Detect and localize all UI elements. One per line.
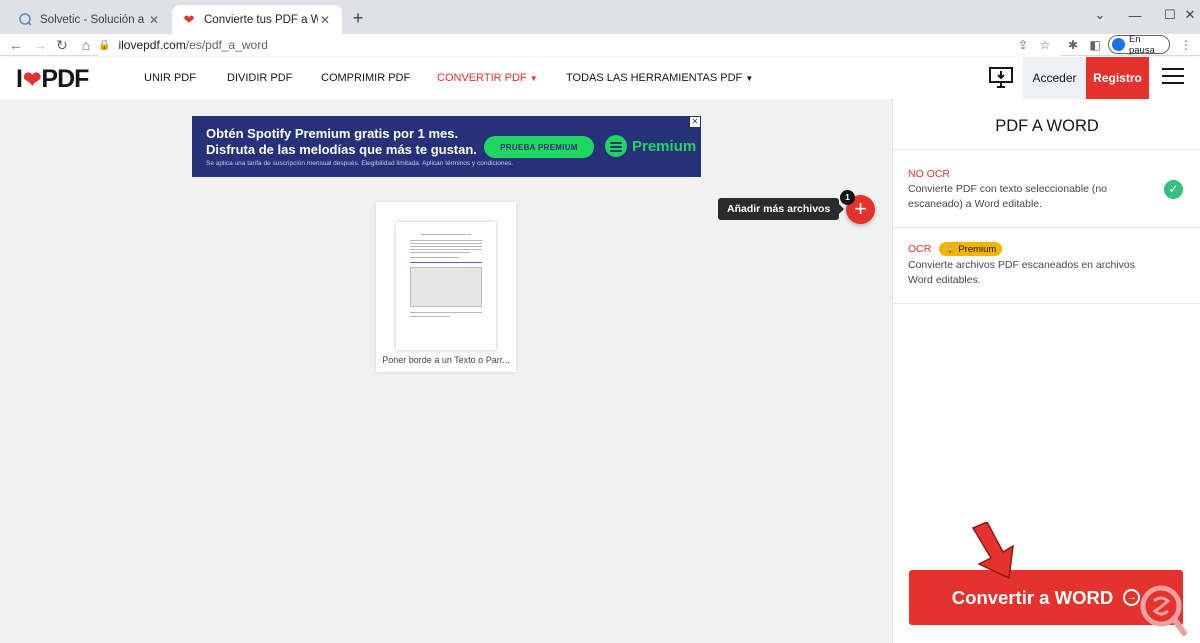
logo-text-right: PDF [41,65,89,93]
nav-convertir-pdf[interactable]: CONVERTIR PDF ▼ [437,72,538,84]
lock-icon: 🔒 [98,39,111,51]
ad-subheadline: Disfruta de las melodías que más te gust… [206,142,477,157]
ad-disclaimer: Se aplica una tarifa de suscripción mens… [206,160,514,167]
option-title: OCR [908,243,932,255]
sidebar-title: PDF A WORD [995,117,1099,135]
close-tab-icon[interactable]: ✕ [147,13,161,27]
file-name: Poner borde a un Texto o Parr... [382,355,510,365]
new-tab-icon[interactable]: + [348,8,368,29]
address-bar[interactable]: 🔒 ilovepdf.com /es/pdf_a_word [98,34,1060,56]
lock-icon: 🔒 [945,244,956,254]
nav-todas-herramientas[interactable]: TODAS LAS HERRAMIENTAS PDF ▼ [566,72,753,84]
annotation-arrow-icon [971,522,1014,580]
pdf-thumbnail [396,222,496,350]
profile-button[interactable]: En pausa [1108,33,1170,56]
extensions-icon[interactable]: ✱ [1064,36,1082,54]
convert-label: Convertir a WORD [951,586,1114,608]
caret-down-icon: ▼ [529,74,538,83]
minimize-icon[interactable]: — [1115,0,1155,30]
tab-title: Convierte tus PDF a WORD edita [204,13,318,26]
ad-close-icon[interactable]: ✕ [690,117,700,127]
nav-convertir-label: CONVERTIR PDF [437,72,527,84]
tab-title: Solvetic - Solución a los problem [40,13,147,26]
desktop-download-icon[interactable] [980,57,1022,99]
option-description: Convierte archivos PDF escaneados en arc… [908,259,1136,286]
register-button[interactable]: Registro [1086,57,1149,99]
hamburger-menu-icon[interactable] [1162,68,1184,88]
close-tab-icon[interactable]: ✕ [318,13,332,27]
close-window-icon[interactable]: ✕ [1180,0,1200,30]
solvetic-watermark-icon [1140,585,1187,636]
tab-solvetic[interactable]: Solvetic - Solución a los problem ✕ [8,5,171,34]
heart-icon: ❤ [22,66,41,92]
avatar [1112,38,1125,51]
logo-text-left: I [16,65,23,93]
ad-headline: Obtén Spotify Premium gratis por 1 mes. [206,126,459,141]
more-menu-icon[interactable]: ⋮ [1177,36,1195,54]
check-icon: ✓ [1164,180,1183,199]
url-host: ilovepdf.com [118,38,186,52]
premium-badge: 🔒 Premium [939,242,1003,256]
add-files-tooltip: Añadir más archivos [718,198,845,220]
heart-favicon-icon: ❤ [183,11,195,27]
options-sidebar: PDF A WORD NO OCR Convierte PDF con text… [892,99,1200,643]
option-description: Convierte PDF con texto seleccionable (n… [908,183,1108,210]
premium-label: Premium [958,243,997,255]
chevron-down-icon[interactable]: ⌄ [1080,0,1120,30]
share-icon[interactable]: ⇪ [1014,36,1032,54]
option-title: NO OCR [908,168,950,180]
tab-ilovepdf[interactable]: ❤ Convierte tus PDF a WORD edita ✕ [172,5,342,34]
caret-down-icon: ▼ [745,74,754,83]
side-panel-icon[interactable]: ◧ [1086,36,1104,54]
spotify-logo-icon [605,135,627,157]
url-path: /es/pdf_a_word [185,38,268,52]
option-title-row: OCR 🔒 Premium [908,242,1003,256]
back-icon[interactable]: ← [6,36,26,54]
browser-tab-bar: Solvetic - Solución a los problem ✕ ❤ Co… [0,0,1200,34]
file-card[interactable]: Poner borde a un Texto o Parr... [376,202,516,372]
browser-toolbar: ← → ↻ ⌂ 🔒 ilovepdf.com /es/pdf_a_word ⇪ … [0,34,1200,56]
nav-comprimir-pdf[interactable]: COMPRIMIR PDF [321,72,410,84]
ilovepdf-logo[interactable]: I ❤ PDF [16,65,89,94]
ad-cta-button[interactable]: PRUEBA PREMIUM [484,136,594,158]
profile-label: En pausa [1128,33,1155,56]
bookmark-star-icon[interactable]: ☆ [1036,36,1054,54]
spotify-brand: Premium [605,135,696,157]
nav-unir-pdf[interactable]: UNIR PDF [144,72,196,84]
ad-brand-label: Premium [632,137,697,155]
reload-icon[interactable]: ↻ [52,36,72,54]
file-count-badge: 1 [840,190,855,205]
ad-banner[interactable]: Obtén Spotify Premium gratis por 1 mes. … [192,116,701,177]
forward-icon[interactable]: → [30,36,50,54]
nav-dividir-pdf[interactable]: DIVIDIR PDF [227,72,292,84]
site-header: I ❤ PDF UNIR PDF DIVIDIR PDF COMPRIMIR P… [0,57,1200,99]
home-icon[interactable]: ⌂ [76,36,96,54]
login-button[interactable]: Acceder [1023,57,1086,99]
solvetic-favicon-icon [18,13,32,27]
nav-todas-label: TODAS LAS HERRAMIENTAS PDF [566,72,743,84]
file-workspace: Obtén Spotify Premium gratis por 1 mes. … [0,99,892,643]
